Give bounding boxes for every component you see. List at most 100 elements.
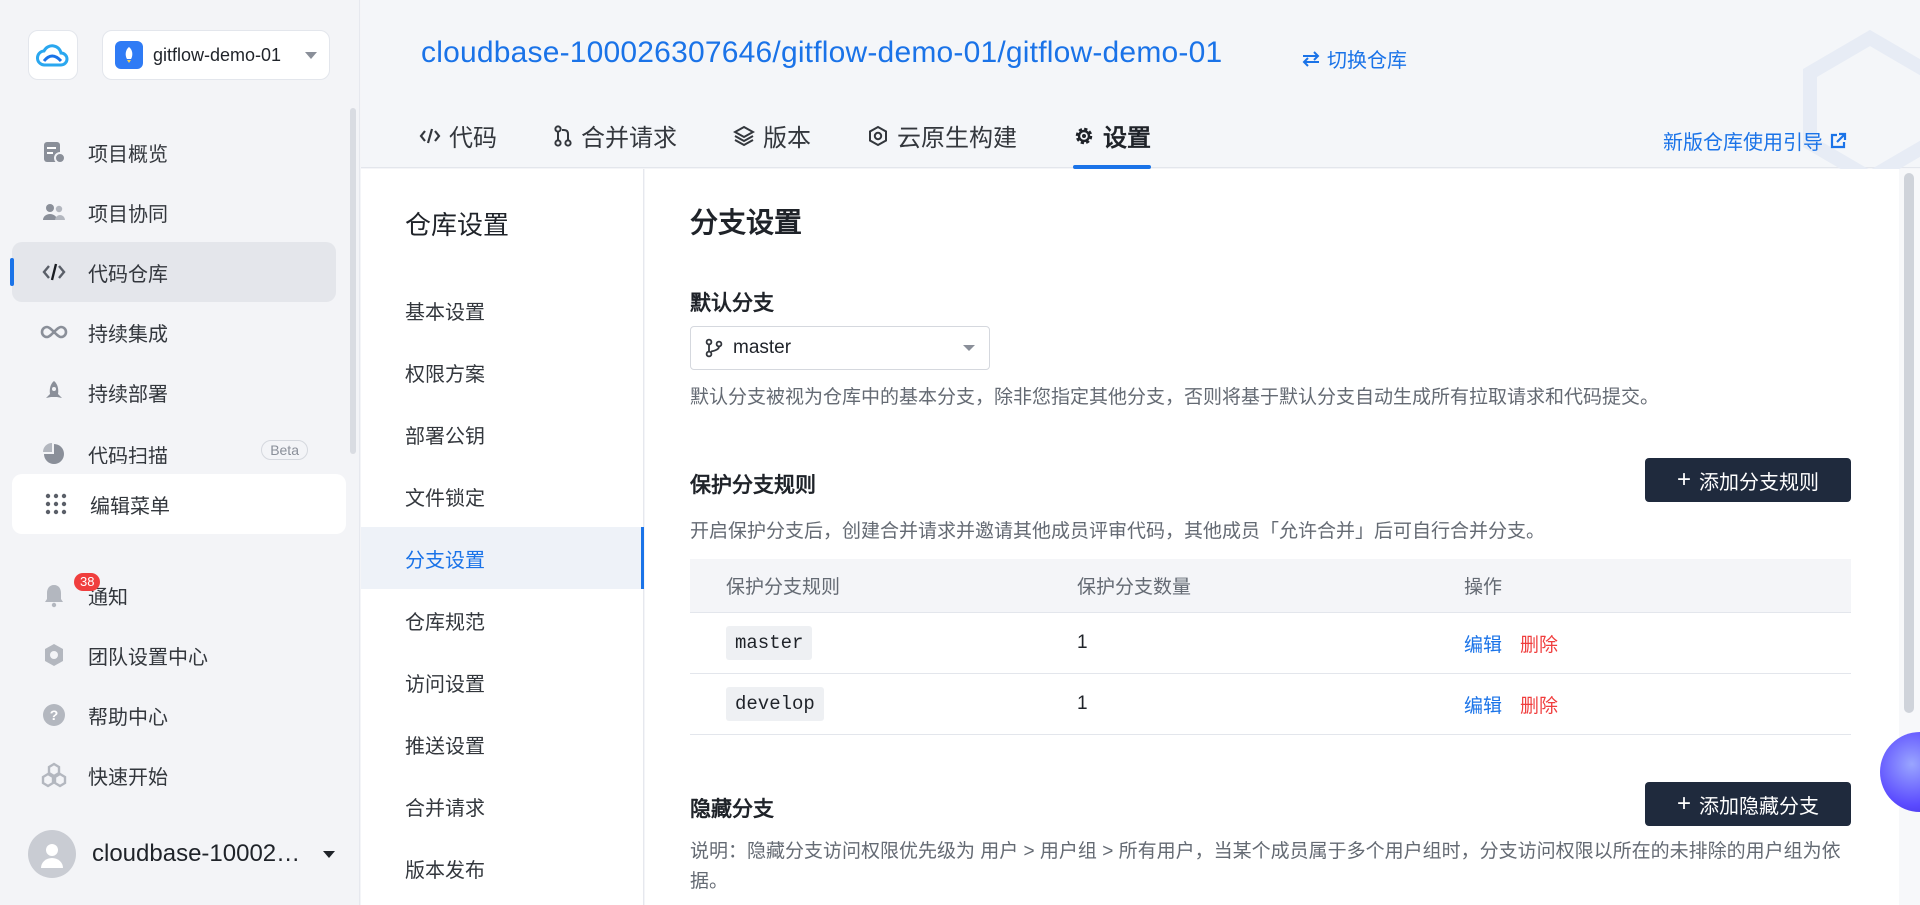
repo-guide-link[interactable]: 新版仓库使用引导 [1663,126,1847,155]
subnav-item-file-lock[interactable]: 文件锁定 [361,465,644,527]
repo-breadcrumb: cloudbase-100026307646/gitflow-demo-01/g… [421,36,1222,70]
merge-icon [554,124,572,147]
add-hidden-branch-button[interactable]: + 添加隐藏分支 [1645,782,1851,826]
gear-icon [1075,127,1093,144]
hidden-branch-heading: 隐藏分支 [690,798,774,821]
user-name: cloudbase-100026307646 [92,840,307,867]
nav-label: 帮助中心 [88,706,168,729]
breadcrumb-org[interactable]: cloudbase-100026307646 [421,36,772,69]
tab-label: 云原生构建 [897,125,1017,152]
subnav-item-deploy-keys[interactable]: 部署公钥 [361,403,644,465]
nav-item-ci[interactable]: 持续集成 [12,302,336,362]
switch-repo-link[interactable]: 切换仓库 [1301,44,1407,73]
default-branch-heading: 默认分支 [690,292,774,315]
rocket-icon [40,378,68,406]
subnav-item-access[interactable]: 访问设置 [361,651,644,713]
sidebar-scrollbar[interactable] [350,108,356,454]
nav-item-quickstart[interactable]: 快速开始 [12,745,336,805]
protected-branch-description: 开启保护分支后，创建合并请求并邀请其他成员评审代码，其他成员「允许合并」后可自行… [690,521,1546,542]
branch-rule-chip: develop [726,687,824,721]
subnav-item-push[interactable]: 推送设置 [361,713,644,775]
nav-label: 项目概览 [88,143,168,166]
breadcrumb-separator: / [772,36,781,69]
subnav-list: 基本设置 权限方案 部署公钥 文件锁定 分支设置 仓库规范 访问设置 推送设置 … [361,279,644,899]
subnav-item-merge-requests[interactable]: 合并请求 [361,775,644,837]
edit-rule-link[interactable]: 编辑 [1464,630,1502,657]
subnav-item-basic[interactable]: 基本设置 [361,279,644,341]
edit-menu-label: 编辑菜单 [90,495,170,518]
background-decoration [1803,29,1920,187]
switch-repo-label: 切换仓库 [1327,50,1407,72]
breadcrumb-group[interactable]: gitflow-demo-01 [781,36,997,69]
tab-label: 版本 [763,125,811,152]
team-icon [40,198,68,226]
nav-item-help[interactable]: ? 帮助中心 [12,685,336,745]
tab-label: 合并请求 [581,125,677,152]
tab-settings[interactable]: 设置 [1073,118,1151,169]
repo-tabs: 代码 合并请求 版本 云原生构建 设置 [419,118,1207,169]
tab-releases[interactable]: 版本 [733,118,811,167]
default-branch-select[interactable]: master [690,326,990,370]
add-branch-rule-label: 添加分支规则 [1699,471,1819,494]
repo-header: cloudbase-100026307646/gitflow-demo-01/g… [361,0,1920,187]
nav-item-overview[interactable]: 项目概览 [12,122,336,182]
user-menu[interactable]: cloudbase-100026307646 [28,830,338,878]
protected-branch-heading: 保护分支规则 [690,474,816,497]
nav-item-code-scan[interactable]: 代码扫描 Beta [12,440,336,464]
app-logo[interactable] [28,30,78,80]
sidebar: gitflow-demo-01 项目概览 项目协同 代码仓库 持续集成 持续部署… [0,0,360,905]
subnav-title: 仓库设置 [405,210,510,240]
nav-label: 持续部署 [88,383,168,406]
column-header: 操作 [1464,577,1503,598]
add-branch-rule-button[interactable]: + 添加分支规则 [1645,458,1851,502]
layers-icon [733,125,755,146]
guide-link-label: 新版仓库使用引导 [1663,132,1823,154]
infinity-icon [40,318,68,346]
nav-item-cd[interactable]: 持续部署 [12,362,336,422]
branch-count: 1 [1077,632,1088,653]
breadcrumb-repo[interactable]: gitflow-demo-01 [1006,36,1222,69]
tab-merge-requests[interactable]: 合并请求 [553,118,677,167]
subnav-item-repo-rules[interactable]: 仓库规范 [361,589,644,651]
scrollbar-thumb[interactable] [1904,173,1914,713]
branch-count: 1 [1077,693,1088,714]
quickstart-icon [40,761,68,789]
nav-item-team-settings[interactable]: 团队设置中心 [12,625,336,685]
default-branch-description: 默认分支被视为仓库中的基本分支，除非您指定其他分支，否则将基于默认分支自动生成所… [690,387,1660,408]
tab-code[interactable]: 代码 [419,118,497,167]
delete-rule-link[interactable]: 删除 [1520,691,1558,718]
settings-subnav: 仓库设置 基本设置 权限方案 部署公钥 文件锁定 分支设置 仓库规范 访问设置 … [361,169,644,905]
notification-count-badge: 38 [74,573,101,591]
plus-icon: + [1676,466,1691,493]
edit-rule-link[interactable]: 编辑 [1464,691,1502,718]
subnav-item-permissions[interactable]: 权限方案 [361,341,644,403]
chevron-down-icon [963,345,975,351]
nav-item-collaboration[interactable]: 项目协同 [12,182,336,242]
pie-icon [40,440,68,464]
default-branch-value: master [733,337,792,358]
avatar [28,830,76,878]
subnav-item-branches[interactable]: 分支设置 [361,527,644,589]
project-name: gitflow-demo-01 [153,44,282,65]
cloud-logo-icon [36,44,69,67]
nav-item-code-repo[interactable]: 代码仓库 [10,242,336,302]
help-icon: ? [40,701,68,729]
table-row: master 1 编辑 删除 [690,613,1851,674]
breadcrumb-separator: / [997,36,1006,69]
nav-label: 代码扫描 [88,446,168,464]
nav-item-notifications[interactable]: 38 通知 [12,565,336,625]
beta-badge: Beta [261,440,308,460]
nav-label: 持续集成 [88,323,168,346]
edit-menu-button[interactable]: 编辑菜单 [12,474,346,534]
subnav-item-releases[interactable]: 版本发布 [361,837,644,899]
chevron-down-icon [305,51,317,59]
external-link-icon [1830,132,1847,148]
nav-label: 代码仓库 [88,263,168,286]
tab-cloud-native-build[interactable]: 云原生构建 [867,118,1017,167]
project-selector[interactable]: gitflow-demo-01 [102,30,330,80]
nav-label: 快速开始 [88,766,168,789]
overview-icon [40,138,68,166]
tab-label: 设置 [1103,125,1151,152]
project-avatar [115,41,143,69]
delete-rule-link[interactable]: 删除 [1520,630,1558,657]
